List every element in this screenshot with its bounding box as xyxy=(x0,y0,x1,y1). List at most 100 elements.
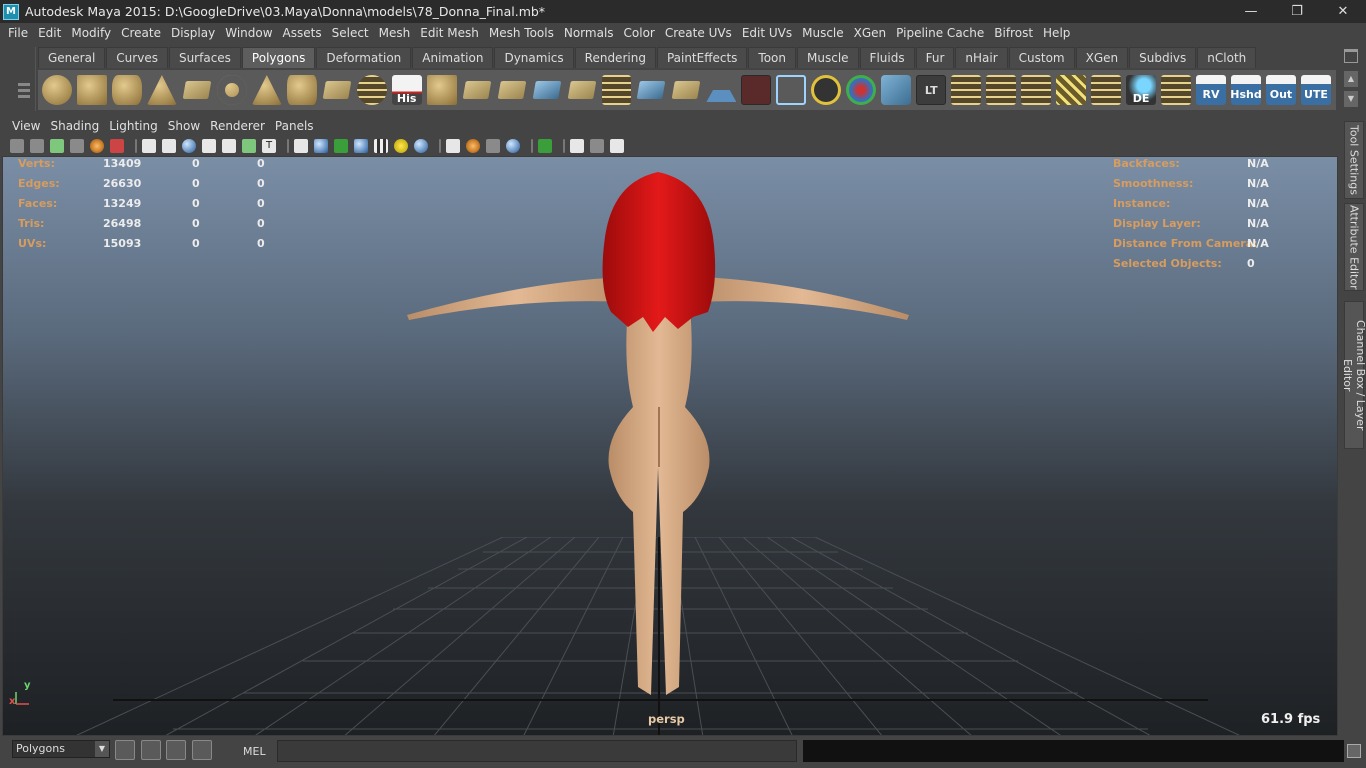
panel-menu-renderer[interactable]: Renderer xyxy=(205,119,270,133)
soft-modify-icon[interactable] xyxy=(881,75,912,105)
offset-edge-loop-icon[interactable] xyxy=(601,75,632,105)
out-script-icon[interactable]: Out xyxy=(1265,75,1296,105)
bridge-icon[interactable] xyxy=(462,81,491,99)
hshd-script-icon[interactable]: Hshd xyxy=(1230,75,1262,105)
minimize-button[interactable]: — xyxy=(1228,0,1274,23)
panel-menu-shading[interactable]: Shading xyxy=(45,119,104,133)
menu-mesh-tools[interactable]: Mesh Tools xyxy=(484,26,559,40)
merge-vertex-icon[interactable] xyxy=(637,81,666,99)
poly-sphere-icon[interactable] xyxy=(42,75,72,105)
shelf-tab-deformation[interactable]: Deformation xyxy=(316,47,412,68)
plane-tool-icon[interactable] xyxy=(322,81,352,99)
poly-plane-icon[interactable] xyxy=(182,81,212,99)
shelf-tab-nhair[interactable]: nHair xyxy=(955,47,1008,68)
tab-channel-box-layer-editor[interactable]: Channel Box / Layer Editor xyxy=(1341,301,1366,449)
poly-pipe-icon[interactable] xyxy=(286,75,317,105)
panel-menu-panels[interactable]: Panels xyxy=(270,119,319,133)
shelf-tab-dynamics[interactable]: Dynamics xyxy=(494,47,574,68)
menu-pipeline-cache[interactable]: Pipeline Cache xyxy=(891,26,989,40)
shelf-tab-xgen[interactable]: XGen xyxy=(1075,47,1129,68)
shelf-tab-custom[interactable]: Custom xyxy=(1008,47,1075,68)
uv-unfold-icon[interactable] xyxy=(1056,75,1087,105)
select-camera-icon[interactable] xyxy=(10,138,24,153)
menu-set-selector[interactable]: Polygons ▼ xyxy=(12,740,110,758)
restore-button[interactable]: ❐ xyxy=(1274,0,1320,23)
menu-xgen[interactable]: XGen xyxy=(849,26,892,40)
shelf-tab-curves[interactable]: Curves xyxy=(106,47,168,68)
shelf-tab-subdivs[interactable]: Subdivs xyxy=(1129,47,1197,68)
command-input[interactable] xyxy=(277,740,797,762)
smooth-mesh-icon[interactable] xyxy=(356,75,387,105)
close-button[interactable]: ✕ xyxy=(1320,0,1366,23)
smooth-shade-icon[interactable] xyxy=(182,138,196,153)
paint-select-icon[interactable] xyxy=(741,75,772,105)
uv-cut-icon[interactable] xyxy=(986,75,1017,105)
menu-select[interactable]: Select xyxy=(327,26,374,40)
wireframe-shaded-mode-icon[interactable] xyxy=(334,138,348,153)
menu-normals[interactable]: Normals xyxy=(559,26,619,40)
menu-muscle[interactable]: Muscle xyxy=(797,26,849,40)
character-model[interactable] xyxy=(383,167,943,727)
shelf-tab-polygons[interactable]: Polygons xyxy=(241,47,316,68)
menu-edit-uvs[interactable]: Edit UVs xyxy=(737,26,797,40)
checker-icon[interactable] xyxy=(374,138,388,153)
rv-script-icon[interactable]: RV xyxy=(1196,75,1226,105)
use-all-lights-icon[interactable] xyxy=(394,138,408,153)
shelf-tab-rendering[interactable]: Rendering xyxy=(574,47,656,68)
menu-assets[interactable]: Assets xyxy=(278,26,327,40)
target-weld-icon[interactable] xyxy=(811,75,842,105)
uv-sew-icon[interactable] xyxy=(1021,75,1052,105)
textured-icon[interactable] xyxy=(242,138,256,153)
extrude-icon[interactable] xyxy=(426,75,457,105)
uv-grid-icon[interactable] xyxy=(1161,75,1191,105)
bookmarks-icon[interactable] xyxy=(50,138,64,153)
lt-tool-icon[interactable]: LT xyxy=(916,75,947,105)
grid-toggle-icon[interactable] xyxy=(142,138,156,153)
camera-attributes-icon[interactable] xyxy=(30,138,44,153)
uv-select-icon[interactable] xyxy=(1091,75,1122,105)
menu-mesh[interactable]: Mesh xyxy=(374,26,416,40)
default-material-icon[interactable] xyxy=(354,138,368,153)
shelf-scroll-up-icon[interactable]: ▲ xyxy=(1344,71,1358,87)
shelf-tab-painteffects[interactable]: PaintEffects xyxy=(656,47,748,68)
motion-blur-icon[interactable] xyxy=(466,138,480,153)
perspective-viewport[interactable]: Verts: 13409 0 0 Edges: 26630 0 0 Faces:… xyxy=(2,156,1338,736)
universal-manipulator-icon[interactable] xyxy=(846,75,877,105)
shelf-tab-animation[interactable]: Animation xyxy=(412,47,494,68)
xray-icon[interactable] xyxy=(222,138,236,153)
trash-icon[interactable] xyxy=(1344,49,1358,63)
snap-together-icon[interactable] xyxy=(115,740,135,760)
shelf-tab-fur[interactable]: Fur xyxy=(915,47,955,68)
command-language-toggle[interactable]: MEL xyxy=(243,745,266,758)
isolate-select-icon[interactable] xyxy=(538,138,552,153)
menu-edit[interactable]: Edit xyxy=(33,26,66,40)
depth-of-field-icon[interactable] xyxy=(506,138,520,153)
menu-color[interactable]: Color xyxy=(619,26,660,40)
image-plane-icon[interactable] xyxy=(70,138,84,153)
outliner-icon[interactable] xyxy=(166,740,186,760)
xray-active-components-icon[interactable] xyxy=(590,138,604,153)
menu-create-uvs[interactable]: Create UVs xyxy=(660,26,737,40)
split-polygon-icon[interactable] xyxy=(532,81,561,99)
menu-file[interactable]: File xyxy=(3,26,33,40)
menu-help[interactable]: Help xyxy=(1038,26,1075,40)
wireframe-on-shaded-icon[interactable] xyxy=(202,138,216,153)
poly-cylinder-icon[interactable] xyxy=(111,75,142,105)
panel-menu-lighting[interactable]: Lighting xyxy=(104,119,163,133)
de-tool-icon[interactable]: DE xyxy=(1126,75,1157,105)
history-icon[interactable]: His xyxy=(391,75,422,105)
shelf-scroll-down-icon[interactable]: ▼ xyxy=(1344,91,1358,107)
grease-pencil-icon[interactable] xyxy=(110,138,124,153)
tab-attribute-editor[interactable]: Attribute Editor xyxy=(1344,203,1364,291)
shelf-tab-ncloth[interactable]: nCloth xyxy=(1197,47,1257,68)
multisample-aa-icon[interactable] xyxy=(486,138,500,153)
shelf-tab-surfaces[interactable]: Surfaces xyxy=(168,47,241,68)
poly-cone-icon[interactable] xyxy=(146,75,177,105)
menu-window[interactable]: Window xyxy=(220,26,277,40)
panel-menu-show[interactable]: Show xyxy=(163,119,205,133)
shelf-tab-toon[interactable]: Toon xyxy=(748,47,797,68)
sculpt-geometry-icon[interactable] xyxy=(706,75,737,102)
2d-pan-zoom-icon[interactable] xyxy=(90,138,104,153)
screen-space-ao-icon[interactable] xyxy=(446,138,460,153)
script-editor-open-icon[interactable] xyxy=(1347,744,1361,758)
